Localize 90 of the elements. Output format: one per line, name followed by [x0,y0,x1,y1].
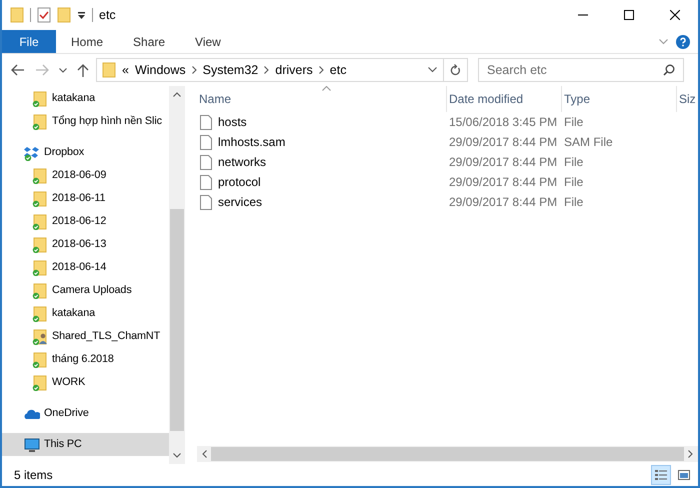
dropbox-icon [24,144,40,160]
file-icon [200,174,212,190]
nav-item[interactable]: 2018-06-13 [2,233,169,256]
folder-icon [32,260,48,276]
picture-icon [677,468,691,482]
folder-icon [32,168,48,184]
file-icon [200,134,212,150]
column-header[interactable]: Date modified [449,90,524,108]
date-cell-text: 29/09/2017 8:44 PM [449,174,558,191]
breadcrumb[interactable]: Windows [134,60,186,80]
ribbon-tab[interactable]: View [180,30,236,53]
refresh-icon[interactable] [450,64,461,76]
file-icon [200,114,212,130]
chevron-icon[interactable] [192,66,197,74]
sort-icon [322,86,331,91]
folder-icon [32,282,48,298]
nav-item[interactable]: WORK [2,371,169,394]
nav-item[interactable]: Camera Uploads [2,279,169,302]
scrollbar[interactable] [169,86,185,464]
column-header[interactable]: Siz [679,90,696,108]
details-view-button[interactable] [651,465,671,485]
type-cell-text: File [564,174,584,191]
chevron-icon[interactable] [318,66,324,74]
type-cell-text: File [564,114,584,131]
folder-icon [32,306,48,322]
nav-item[interactable]: 2018-06-11 [2,187,169,210]
file-name[interactable]: services [218,193,262,211]
file-name[interactable]: networks [218,153,266,171]
type-cell-text: File [564,154,584,171]
search-field[interactable]: Search etc [478,58,684,82]
chevron-down-icon[interactable] [428,67,437,73]
scroll-right-icon[interactable] [688,450,693,458]
folder-icon [32,352,48,368]
nav-item[interactable]: katakana [2,87,169,110]
help-icon[interactable] [676,34,690,48]
folder-icon [32,374,48,390]
nav-item[interactable]: OneDrive [2,402,169,425]
properties-icon[interactable] [37,7,51,23]
column-header[interactable]: Name [199,90,232,108]
nav-item[interactable]: This PC [2,433,169,456]
folder-icon [102,62,116,78]
recent-locations-button[interactable] [56,68,70,72]
nav-item[interactable]: 2018-06-14 [2,256,169,279]
file-name[interactable]: lmhosts.sam [218,133,286,151]
file-icon [200,154,212,170]
window-title: etc [99,6,116,24]
folder-icon [32,90,48,106]
type-cell-text: SAM File [564,134,613,151]
date-cell-text: 29/09/2017 8:44 PM [449,154,558,171]
folder-icon [32,214,48,230]
overflow-chevrons[interactable]: « [122,60,129,80]
file-name[interactable]: protocol [218,173,261,191]
file-tab[interactable]: File [2,30,56,53]
details-icon [654,468,668,482]
file-name[interactable]: hosts [218,113,247,131]
item-count: 5 items [14,467,53,484]
address-bar[interactable]: « Windows System32 drivers etc [96,58,468,82]
chevron-icon[interactable] [264,66,270,74]
nav-item[interactable]: Dropbox [2,141,169,164]
folder-icon [32,114,48,130]
folder-icon [32,236,48,252]
scrollbar[interactable] [197,446,698,462]
breadcrumb[interactable]: drivers [275,60,313,80]
breadcrumb[interactable]: System32 [202,60,258,80]
dropdown-icon[interactable] [77,10,86,20]
ribbon-tab[interactable]: Share [118,30,180,53]
search-icon[interactable] [663,64,675,76]
scroll-down-icon[interactable] [173,453,181,458]
monitor-icon [24,436,40,452]
nav-item[interactable]: katakana [2,302,169,325]
date-cell-text: 15/06/2018 3:45 PM [449,114,558,131]
shared-folder-icon [32,328,48,344]
nav-item[interactable]: Shared_TLS_ChamNT [2,325,169,348]
scroll-left-icon[interactable] [202,450,207,458]
breadcrumb[interactable]: etc [330,60,346,80]
nav-item[interactable]: 2018-06-09 [2,164,169,187]
type-cell-text: File [564,194,584,211]
date-cell-text: 29/09/2017 8:44 PM [449,134,558,151]
nav-item[interactable]: 2018-06-12 [2,210,169,233]
date-cell-text: 29/09/2017 8:44 PM [449,194,558,211]
column-header[interactable]: Type [564,90,590,108]
ribbon-tab[interactable]: Home [56,30,118,53]
scroll-up-icon[interactable] [173,92,181,97]
close-icon [670,10,680,20]
maximize-icon [624,10,634,20]
expand-ribbon-icon[interactable] [659,38,668,44]
nav-item[interactable]: Tổng hợp hình nền Slic [2,110,169,133]
folder-icon [32,190,48,206]
nav-item[interactable]: tháng 6.2018 [2,348,169,371]
file-icon [200,194,212,210]
